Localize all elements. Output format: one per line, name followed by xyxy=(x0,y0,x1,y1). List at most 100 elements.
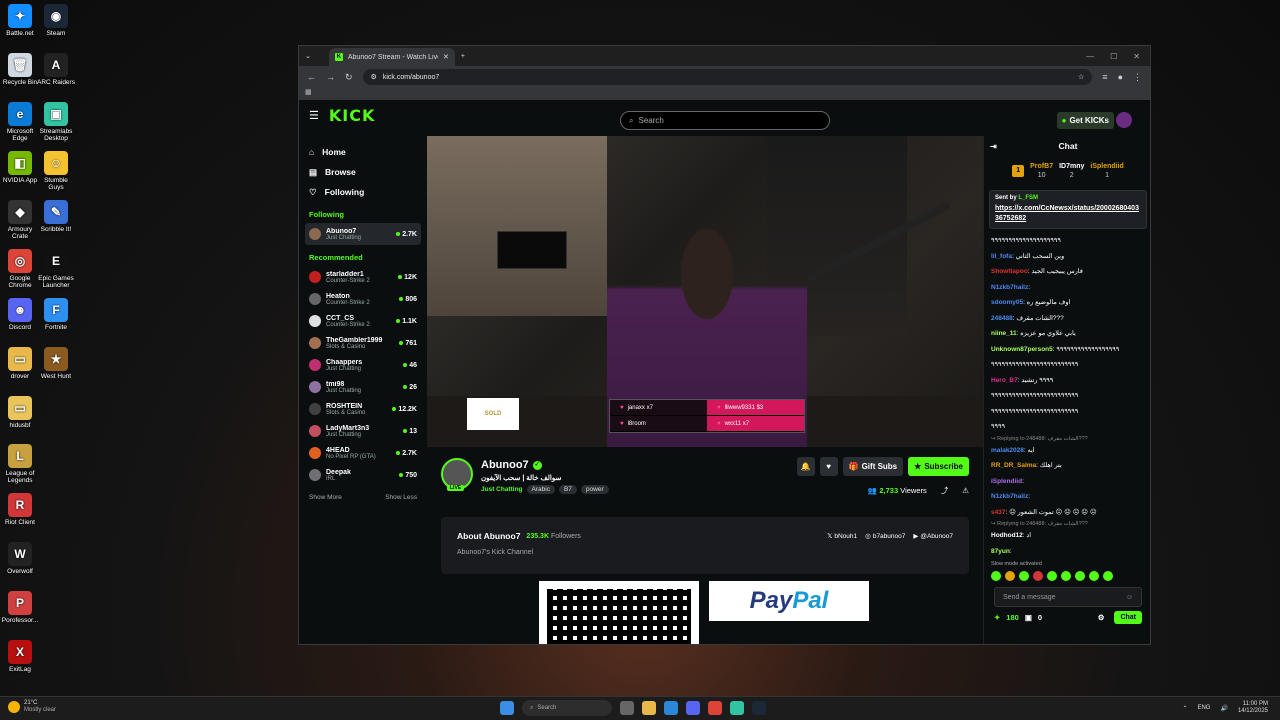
sidebar-channel[interactable]: Abunoo7 Just Chatting 2.7K xyxy=(305,223,421,245)
chat-username[interactable]: malak2028 xyxy=(991,447,1024,454)
pinned-sender[interactable]: L_FSM xyxy=(1018,195,1038,201)
desktop-icon[interactable]: 🗑 Recycle Bin xyxy=(0,53,40,86)
follow-button[interactable]: ♥ xyxy=(819,457,838,476)
chrome-taskbar-icon[interactable] xyxy=(708,701,722,715)
maximize-icon[interactable]: ☐ xyxy=(1110,52,1117,61)
emote-icon[interactable] xyxy=(1103,571,1113,581)
sidebar-channel[interactable]: 4HEAD No Pixel RP (GTA) 2.7K xyxy=(305,442,421,464)
desktop-icon[interactable]: e Microsoft Edge xyxy=(0,102,40,142)
chat-username[interactable]: Showtlapoo xyxy=(991,268,1028,275)
language-indicator[interactable]: ENG xyxy=(1197,705,1210,711)
tab-active[interactable]: K Abunoo7 Stream - Watch Live o ✕ xyxy=(328,48,455,66)
desktop-icon[interactable]: W Overwolf xyxy=(0,542,40,575)
social-link[interactable]: ▶ @Abunoo7 xyxy=(913,532,953,540)
desktop-icon[interactable]: ◆ Armoury Crate xyxy=(0,200,40,240)
desktop-icon[interactable]: P Porofessor... xyxy=(0,591,40,624)
chat-username[interactable]: 87yun xyxy=(991,548,1010,555)
taskbar-search[interactable]: ⌕ Search xyxy=(522,700,612,716)
collapse-chat-icon[interactable]: ⇥ xyxy=(990,142,997,151)
sidebar-channel[interactable]: Heaton Counter-Strike 2 806 xyxy=(305,288,421,310)
emote-icon[interactable] xyxy=(1005,571,1015,581)
emote-icon[interactable] xyxy=(1075,571,1085,581)
new-tab-icon[interactable]: + xyxy=(461,53,465,60)
desktop-icon[interactable]: R Riot Client xyxy=(0,493,40,526)
category-link[interactable]: Just Chatting xyxy=(481,486,523,493)
kicks-balance[interactable]: 0 xyxy=(1038,613,1042,622)
send-chat-button[interactable]: Chat xyxy=(1114,611,1142,624)
stream-tag[interactable]: B7 xyxy=(558,485,577,494)
show-more-link[interactable]: Show More xyxy=(309,494,342,501)
emoji-icon[interactable]: ☺ xyxy=(1126,594,1133,601)
desktop-icon[interactable]: ☻ Discord xyxy=(0,298,40,331)
user-avatar[interactable] xyxy=(1116,112,1132,128)
desktop-icon[interactable]: ☺ Stumble Guys xyxy=(36,151,76,191)
desktop-icon[interactable]: ✎ Scribble It! xyxy=(36,200,76,233)
stream-tag[interactable]: Arabic xyxy=(526,485,555,494)
profile-icon[interactable]: ● xyxy=(1118,72,1123,82)
emote-icon[interactable] xyxy=(991,571,1001,581)
desktop-icon[interactable]: X ExitLag xyxy=(0,640,40,673)
channel-points[interactable]: 180 xyxy=(1006,613,1019,622)
tab-list-icon[interactable]: ⌄ xyxy=(305,52,311,60)
emote-icon[interactable] xyxy=(1019,571,1029,581)
streamer-name[interactable]: Abunoo7 xyxy=(481,459,529,471)
desktop-icon[interactable]: ✦ Battle.net xyxy=(0,4,40,37)
chat-username[interactable]: 248488 xyxy=(991,315,1013,322)
streamlabs-taskbar-icon[interactable] xyxy=(730,701,744,715)
emote-icon[interactable] xyxy=(1047,571,1057,581)
forward-icon[interactable]: → xyxy=(326,72,335,82)
hamburger-menu-icon[interactable]: ☰ xyxy=(309,109,319,122)
file-explorer-icon[interactable] xyxy=(642,701,656,715)
emote-icon[interactable] xyxy=(1089,571,1099,581)
notify-button[interactable]: 🔔 xyxy=(796,457,815,476)
bookmark-star-icon[interactable]: ☆ xyxy=(1078,73,1084,81)
share-icon[interactable]: ⤴ xyxy=(941,485,949,496)
chat-username[interactable]: s437 xyxy=(991,509,1005,516)
show-less-link[interactable]: Show Less xyxy=(385,494,417,501)
chat-username[interactable]: N1zkb7hailz xyxy=(991,284,1028,291)
menu-icon[interactable]: ⋮ xyxy=(1133,72,1142,83)
pinned-link[interactable]: https://x.com/CcNewsx/status/20002680403… xyxy=(995,204,1141,224)
sidebar-channel[interactable]: TheGambler1999 Slots & Casino 761 xyxy=(305,332,421,354)
volume-icon[interactable]: 🔊 xyxy=(1220,705,1227,712)
desktop-icon[interactable]: ▭ hidusbf xyxy=(0,396,40,429)
nav-following[interactable]: ♡ Following xyxy=(305,182,421,202)
chat-settings-icon[interactable]: ⚙ xyxy=(1098,613,1105,622)
desktop-icon[interactable]: ◉ Steam xyxy=(36,4,76,37)
chat-username[interactable]: niine_11 xyxy=(991,330,1017,337)
chat-username[interactable]: RR_DR_Salma xyxy=(991,462,1036,469)
nav-home[interactable]: ⌂ Home xyxy=(305,142,421,162)
minimize-icon[interactable]: — xyxy=(1086,52,1094,61)
chat-username[interactable]: Unknown87person5 xyxy=(991,346,1053,353)
back-icon[interactable]: ← xyxy=(307,72,316,82)
search-input[interactable]: ⌕ Search xyxy=(620,111,830,130)
sidebar-channel[interactable]: tmi98 Just Chatting 26 xyxy=(305,376,421,398)
stream-tag[interactable]: power xyxy=(580,485,609,494)
subscribe-button[interactable]: ★ Subscribe xyxy=(908,457,969,476)
desktop-icon[interactable]: L League of Legends xyxy=(0,444,40,484)
desktop-icon[interactable]: E Epic Games Launcher xyxy=(36,249,76,289)
desktop-icon[interactable]: ▭ drover xyxy=(0,347,40,380)
chat-username[interactable]: Hero_B7 xyxy=(991,377,1018,384)
gift-subs-button[interactable]: 🎁 Gift Subs xyxy=(842,457,904,476)
sidebar-channel[interactable]: Deepak IRL 750 xyxy=(305,464,421,486)
leaderboard-entry[interactable]: ID7mny 2 xyxy=(1059,162,1084,180)
kick-logo[interactable]: KICK xyxy=(329,106,376,125)
close-window-icon[interactable]: ✕ xyxy=(1133,52,1140,61)
url-field[interactable]: ⚙ kick.com/abunoo7 ☆ xyxy=(362,69,1093,85)
site-info-icon[interactable]: ⚙ xyxy=(371,73,377,81)
chat-input[interactable]: Send a message ☺ xyxy=(994,587,1142,607)
desktop-icon[interactable]: ★ West Hunt xyxy=(36,347,76,380)
social-link[interactable]: ◎ b7abunoo7 xyxy=(865,532,905,540)
get-kicks-button[interactable]: ● Get KICKs xyxy=(1056,112,1114,129)
media-icon[interactable]: ≡ xyxy=(1102,72,1107,82)
reload-icon[interactable]: ↻ xyxy=(345,72,353,83)
video-player[interactable]: SOLD ♥ janaxx x7 ♥ lliwww9331 $3 ♥ l8room ♥ wxx… xyxy=(427,136,983,447)
emote-icon[interactable] xyxy=(1033,571,1043,581)
sidebar-channel[interactable]: CCT_CS Counter-Strike 2 1.1K xyxy=(305,310,421,332)
sidebar-channel[interactable]: Chaappers Just Chatting 46 xyxy=(305,354,421,376)
clock[interactable]: 11:00 PM 14/12/2025 xyxy=(1238,701,1268,715)
tray-overflow-icon[interactable]: ⌃ xyxy=(1182,705,1187,712)
desktop-icon[interactable]: ◧ NVIDIA App xyxy=(0,151,40,184)
social-link[interactable]: 𝕏bNouh1 xyxy=(827,532,857,540)
